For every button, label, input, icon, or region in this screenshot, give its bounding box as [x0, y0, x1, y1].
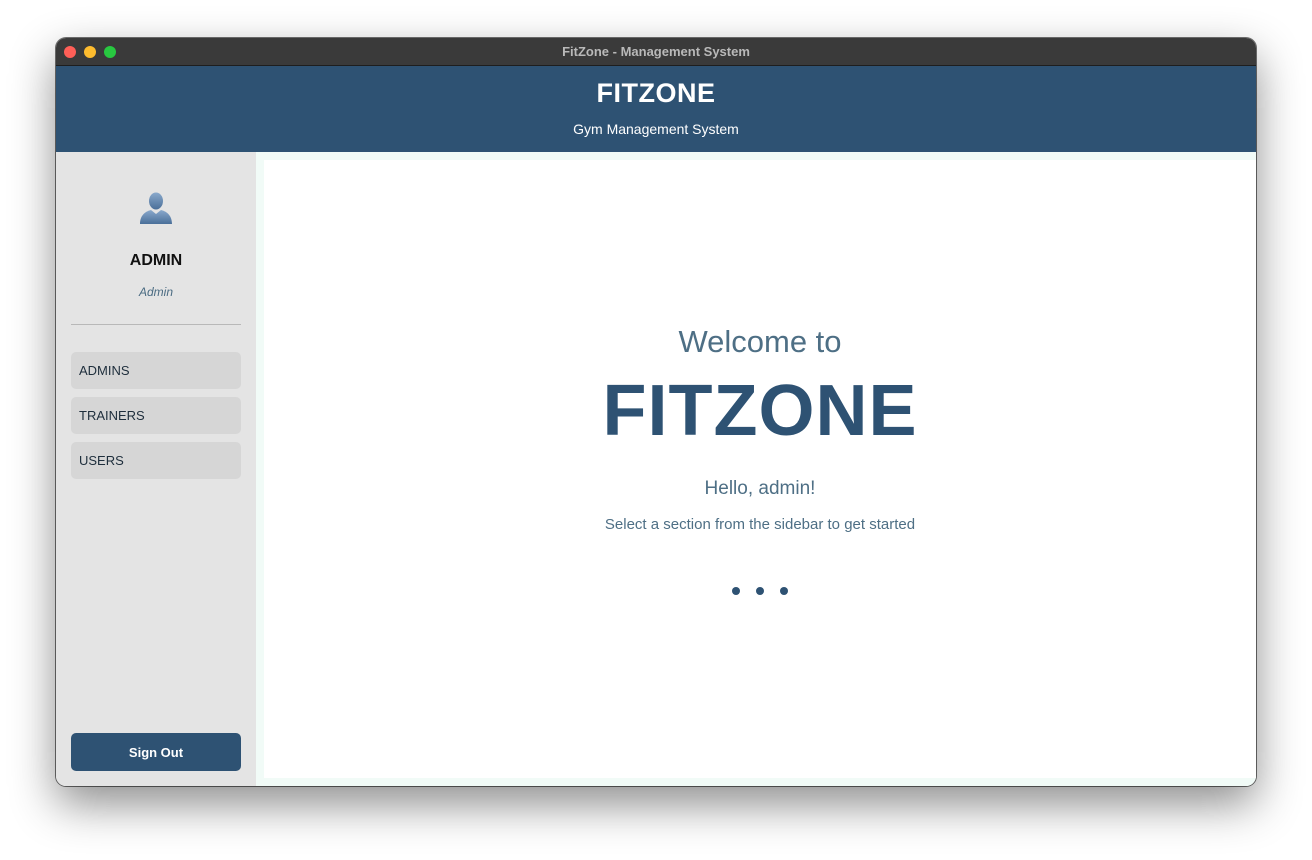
- user-role: Admin: [138, 285, 173, 299]
- sidebar-item-users[interactable]: USERS: [71, 442, 241, 479]
- header-tagline: Gym Management System: [573, 121, 739, 137]
- decorative-dot: [732, 587, 740, 595]
- sidebar-item-label: TRAINERS: [79, 408, 145, 423]
- sidebar-item-admins[interactable]: ADMINS: [71, 352, 241, 389]
- sidebar: ADMIN Admin ADMINS TRAINERS USERS Sign O…: [56, 152, 256, 786]
- app-header: FITZONE Gym Management System: [56, 66, 1256, 152]
- app-window: FitZone - Management System FITZONE Gym …: [56, 38, 1256, 786]
- sidebar-item-trainers[interactable]: TRAINERS: [71, 397, 241, 434]
- title-bar: FitZone - Management System: [56, 38, 1256, 66]
- main-content: Welcome to FITZONE Hello, admin! Select …: [264, 160, 1256, 778]
- decorative-dot: [780, 587, 788, 595]
- sidebar-item-label: ADMINS: [79, 363, 130, 378]
- hint-text: Select a section from the sidebar to get…: [604, 516, 916, 533]
- hero-brand: FITZONE: [602, 371, 918, 451]
- main-content-frame: Welcome to FITZONE Hello, admin! Select …: [256, 152, 1256, 786]
- window-title: FitZone - Management System: [562, 44, 750, 59]
- sidebar-divider: [71, 324, 241, 325]
- greeting-text: Hello, admin!: [704, 478, 816, 499]
- header-brand: FITZONE: [596, 78, 716, 108]
- user-name: ADMIN: [129, 252, 183, 269]
- user-silhouette-icon: [140, 192, 172, 224]
- decorative-dot: [756, 587, 764, 595]
- welcome-text: Welcome to: [678, 324, 842, 359]
- sign-out-button[interactable]: Sign Out: [71, 733, 241, 771]
- sidebar-item-label: USERS: [79, 453, 124, 468]
